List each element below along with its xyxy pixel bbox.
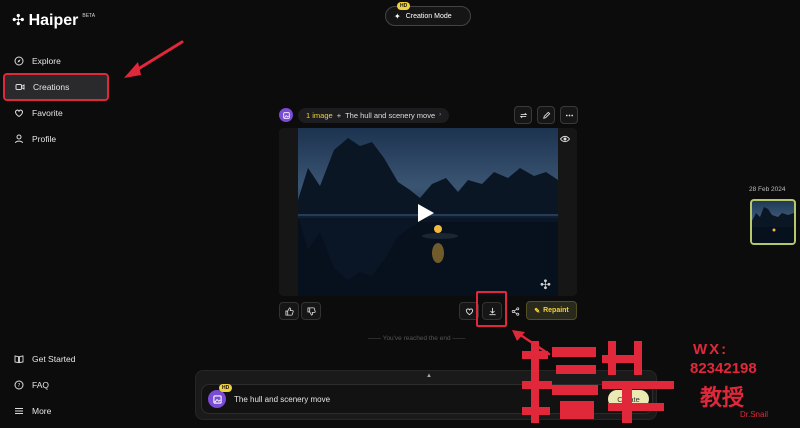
image-upload-button[interactable] <box>208 390 226 408</box>
chevron-right-icon: › <box>439 112 442 118</box>
haiper-logo-icon: ✣ <box>12 12 25 29</box>
prompt-text: The hull and scenery move <box>345 110 436 120</box>
more-options-button[interactable] <box>560 106 578 124</box>
prompt-row: 1 image + The hull and scenery move › <box>279 107 450 123</box>
watermark-logo-icon <box>522 341 674 423</box>
composer-hd-badge: HD <box>219 384 233 392</box>
app-window: ✣ Haiper BETA Explore Creations Favorite… <box>0 0 800 428</box>
svg-text:?: ? <box>18 383 21 389</box>
thumbs-down-button[interactable] <box>301 302 321 320</box>
pencil-icon <box>542 111 550 119</box>
share-icon <box>511 306 519 316</box>
sidebar-item-more[interactable]: More <box>4 398 108 424</box>
repeat-icon <box>519 112 527 118</box>
eye-icon[interactable] <box>560 135 570 143</box>
video-camera-icon <box>15 84 25 90</box>
thumbs-up-icon <box>284 306 294 316</box>
image-icon <box>212 394 222 404</box>
download-highlight-box <box>476 291 507 327</box>
sidebar-item-label: Profile <box>32 134 57 144</box>
chevron-up-icon[interactable]: ▲ <box>426 373 432 379</box>
sidebar-item-label: Get Started <box>32 354 76 364</box>
watermark-wx-label: WX: <box>693 341 729 358</box>
thumbnail-image <box>752 207 794 243</box>
sidebar-item-label: Creations <box>33 82 70 92</box>
prompt-separator: + <box>336 110 342 120</box>
thumbs-down-icon <box>306 306 316 316</box>
creation-mode-label: Creation Mode <box>405 12 452 20</box>
book-icon <box>14 355 24 364</box>
share-button[interactable] <box>505 302 525 320</box>
prompt-chip[interactable]: 1 image + The hull and scenery move › <box>298 107 450 123</box>
hd-badge: HD <box>397 2 411 10</box>
sidebar-item-label: Explore <box>32 56 61 66</box>
repaint-label: Repaint <box>543 307 569 314</box>
compass-icon <box>14 56 24 66</box>
thumbs-up-button[interactable] <box>279 302 299 320</box>
sidebar-item-label: More <box>32 406 52 416</box>
watermark-edu-text: 教授 <box>700 385 745 410</box>
image-prompt-icon <box>279 108 293 122</box>
question-icon: ? <box>14 380 24 390</box>
sidebar-item-faq[interactable]: ? FAQ <box>4 372 108 398</box>
menu-icon <box>15 408 23 414</box>
heart-icon <box>465 307 473 315</box>
watermark-brand: Dr.Snail <box>740 410 769 419</box>
annotation-arrow-icon <box>124 40 184 78</box>
creation-thumbnail[interactable] <box>750 199 796 245</box>
person-icon <box>15 134 23 144</box>
prompt-image-count: 1 image <box>306 110 333 120</box>
timeline-date: 28 Feb 2024 <box>749 186 786 193</box>
sparkle-icon: ✦ <box>394 11 401 21</box>
repaint-button[interactable]: ✎ Repaint <box>526 301 577 320</box>
sidebar: ✣ Haiper BETA Explore Creations Favorite… <box>0 0 112 428</box>
ellipsis-icon <box>565 114 573 116</box>
play-icon[interactable] <box>418 204 434 222</box>
sidebar-item-creations[interactable]: Creations <box>3 73 109 101</box>
edit-button[interactable] <box>537 106 555 124</box>
sidebar-item-label: FAQ <box>32 380 50 390</box>
sidebar-item-explore[interactable]: Explore <box>4 48 108 74</box>
sidebar-item-profile[interactable]: Profile <box>4 126 108 152</box>
sidebar-item-get-started[interactable]: Get Started <box>4 346 108 372</box>
watermark-wx-number: 82342198 <box>690 360 757 377</box>
beta-badge: BETA <box>82 13 96 19</box>
logo[interactable]: ✣ Haiper BETA <box>12 12 95 30</box>
end-of-feed-note: —— You've reached the end —— <box>368 335 466 342</box>
brush-icon: ✎ <box>534 307 541 315</box>
sidebar-item-label: Favorite <box>32 108 63 118</box>
end-of-feed-text: You've reached the end <box>382 335 451 342</box>
logo-text: Haiper <box>28 12 79 29</box>
regenerate-button[interactable] <box>514 106 532 124</box>
sidebar-item-favorite[interactable]: Favorite <box>4 100 108 126</box>
haiper-mark-icon: ✣ <box>540 277 551 292</box>
heart-icon <box>15 109 23 118</box>
